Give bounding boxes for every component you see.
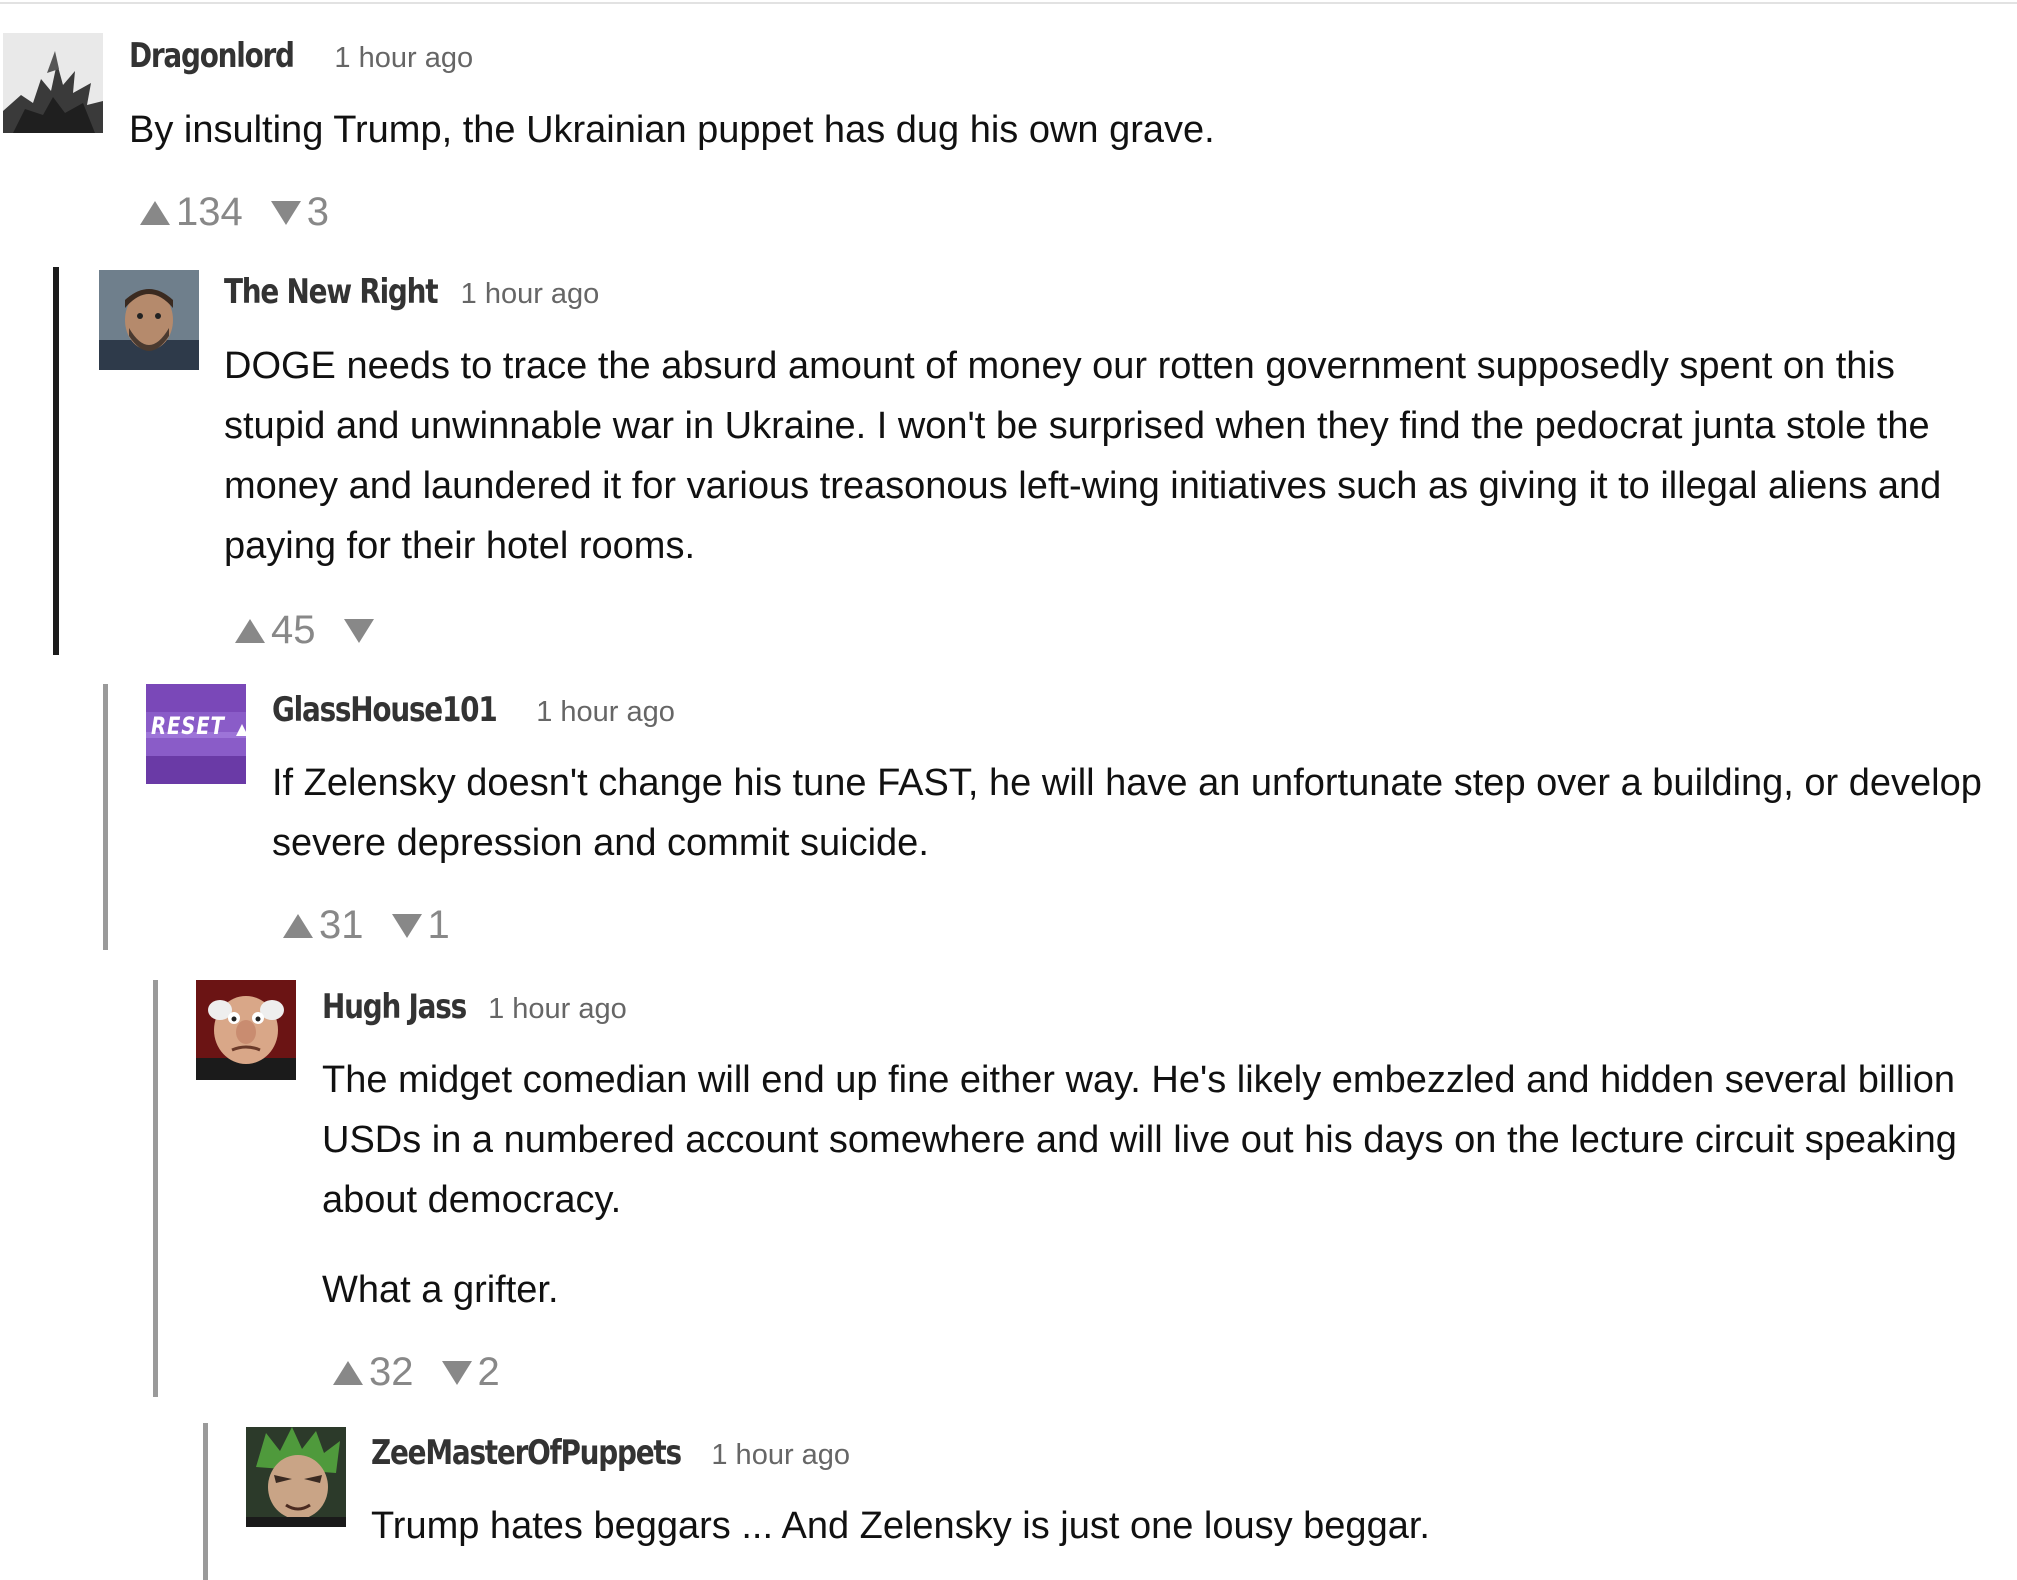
upvote-button[interactable]: 32 bbox=[333, 1350, 414, 1395]
thread-line[interactable] bbox=[153, 980, 158, 1397]
comment-body: DOGE needs to trace the absurd amount of… bbox=[224, 336, 2004, 576]
downvote-count: 1 bbox=[427, 903, 450, 947]
anime-character-avatar-icon bbox=[246, 1427, 346, 1527]
timestamp[interactable]: 1 hour ago bbox=[488, 993, 627, 1025]
upvote-button[interactable]: 31 bbox=[283, 903, 364, 948]
dragon-avatar-icon bbox=[3, 33, 103, 133]
comment-text: If Zelensky doesn't change his tune FAST… bbox=[272, 762, 1982, 864]
downvote-button[interactable]: 3 bbox=[270, 190, 329, 235]
comment-text: By insulting Trump, the Ukrainian puppet… bbox=[129, 109, 1215, 151]
thread-line[interactable] bbox=[103, 684, 108, 950]
vote-bar: 134 3 bbox=[140, 190, 329, 235]
downvote-count: 2 bbox=[477, 1350, 500, 1394]
upvote-icon bbox=[140, 200, 170, 225]
downvote-icon bbox=[270, 200, 301, 225]
upvote-button[interactable]: 134 bbox=[140, 190, 243, 235]
downvote-icon bbox=[441, 1360, 472, 1385]
timestamp[interactable]: 1 hour ago bbox=[334, 42, 473, 74]
comment-text: DOGE needs to trace the absurd amount of… bbox=[224, 345, 1942, 567]
top-divider bbox=[0, 2, 2017, 4]
downvote-button[interactable]: 1 bbox=[391, 903, 450, 948]
vote-bar: 31 1 bbox=[283, 903, 450, 948]
upvote-count: 31 bbox=[319, 903, 364, 947]
thread-line[interactable] bbox=[203, 1423, 208, 1580]
muppet-old-man-avatar-icon bbox=[196, 980, 296, 1080]
upvote-icon bbox=[283, 913, 313, 938]
upvote-count: 45 bbox=[271, 608, 316, 652]
thread-line[interactable] bbox=[53, 267, 59, 655]
username[interactable]: The New Right bbox=[224, 272, 439, 312]
upvote-icon bbox=[333, 1360, 363, 1385]
comment-body: The midget comedian will end up fine eit… bbox=[322, 1050, 2012, 1320]
username[interactable]: GlassHouse101 bbox=[272, 690, 498, 730]
avatar[interactable]: RESET bbox=[146, 684, 246, 784]
username[interactable]: Dragonlord bbox=[129, 36, 295, 76]
downvote-icon bbox=[343, 618, 374, 643]
avatar[interactable] bbox=[196, 980, 296, 1080]
upvote-icon bbox=[235, 618, 265, 643]
avatar[interactable] bbox=[246, 1427, 346, 1527]
comment-body: Trump hates beggars ... And Zelensky is … bbox=[371, 1496, 2011, 1556]
comment-body: By insulting Trump, the Ukrainian puppet… bbox=[129, 100, 1979, 160]
downvote-count: 3 bbox=[306, 190, 329, 234]
username[interactable]: ZeeMasterOfPuppets bbox=[371, 1433, 682, 1473]
downvote-button[interactable] bbox=[343, 618, 380, 643]
vote-bar: 45 bbox=[235, 608, 380, 653]
upvote-count: 134 bbox=[176, 190, 243, 234]
upvote-count: 32 bbox=[369, 1350, 414, 1394]
username[interactable]: Hugh Jass bbox=[322, 987, 467, 1027]
man-portrait-avatar-icon bbox=[99, 270, 199, 370]
avatar-label: RESET bbox=[151, 712, 225, 740]
vote-bar: 32 2 bbox=[333, 1350, 500, 1395]
timestamp[interactable]: 1 hour ago bbox=[711, 1439, 850, 1471]
upvote-button[interactable]: 45 bbox=[235, 608, 316, 653]
comment-body: If Zelensky doesn't change his tune FAST… bbox=[272, 753, 2002, 873]
comment-text: Trump hates beggars ... And Zelensky is … bbox=[371, 1505, 1430, 1547]
avatar[interactable] bbox=[99, 270, 199, 370]
timestamp[interactable]: 1 hour ago bbox=[461, 278, 600, 310]
downvote-icon bbox=[391, 913, 422, 938]
avatar[interactable] bbox=[3, 33, 103, 133]
comment-text: What a grifter. bbox=[322, 1269, 559, 1311]
downvote-button[interactable]: 2 bbox=[441, 1350, 500, 1395]
timestamp[interactable]: 1 hour ago bbox=[536, 696, 675, 728]
comment-text: The midget comedian will end up fine eit… bbox=[322, 1059, 1957, 1221]
